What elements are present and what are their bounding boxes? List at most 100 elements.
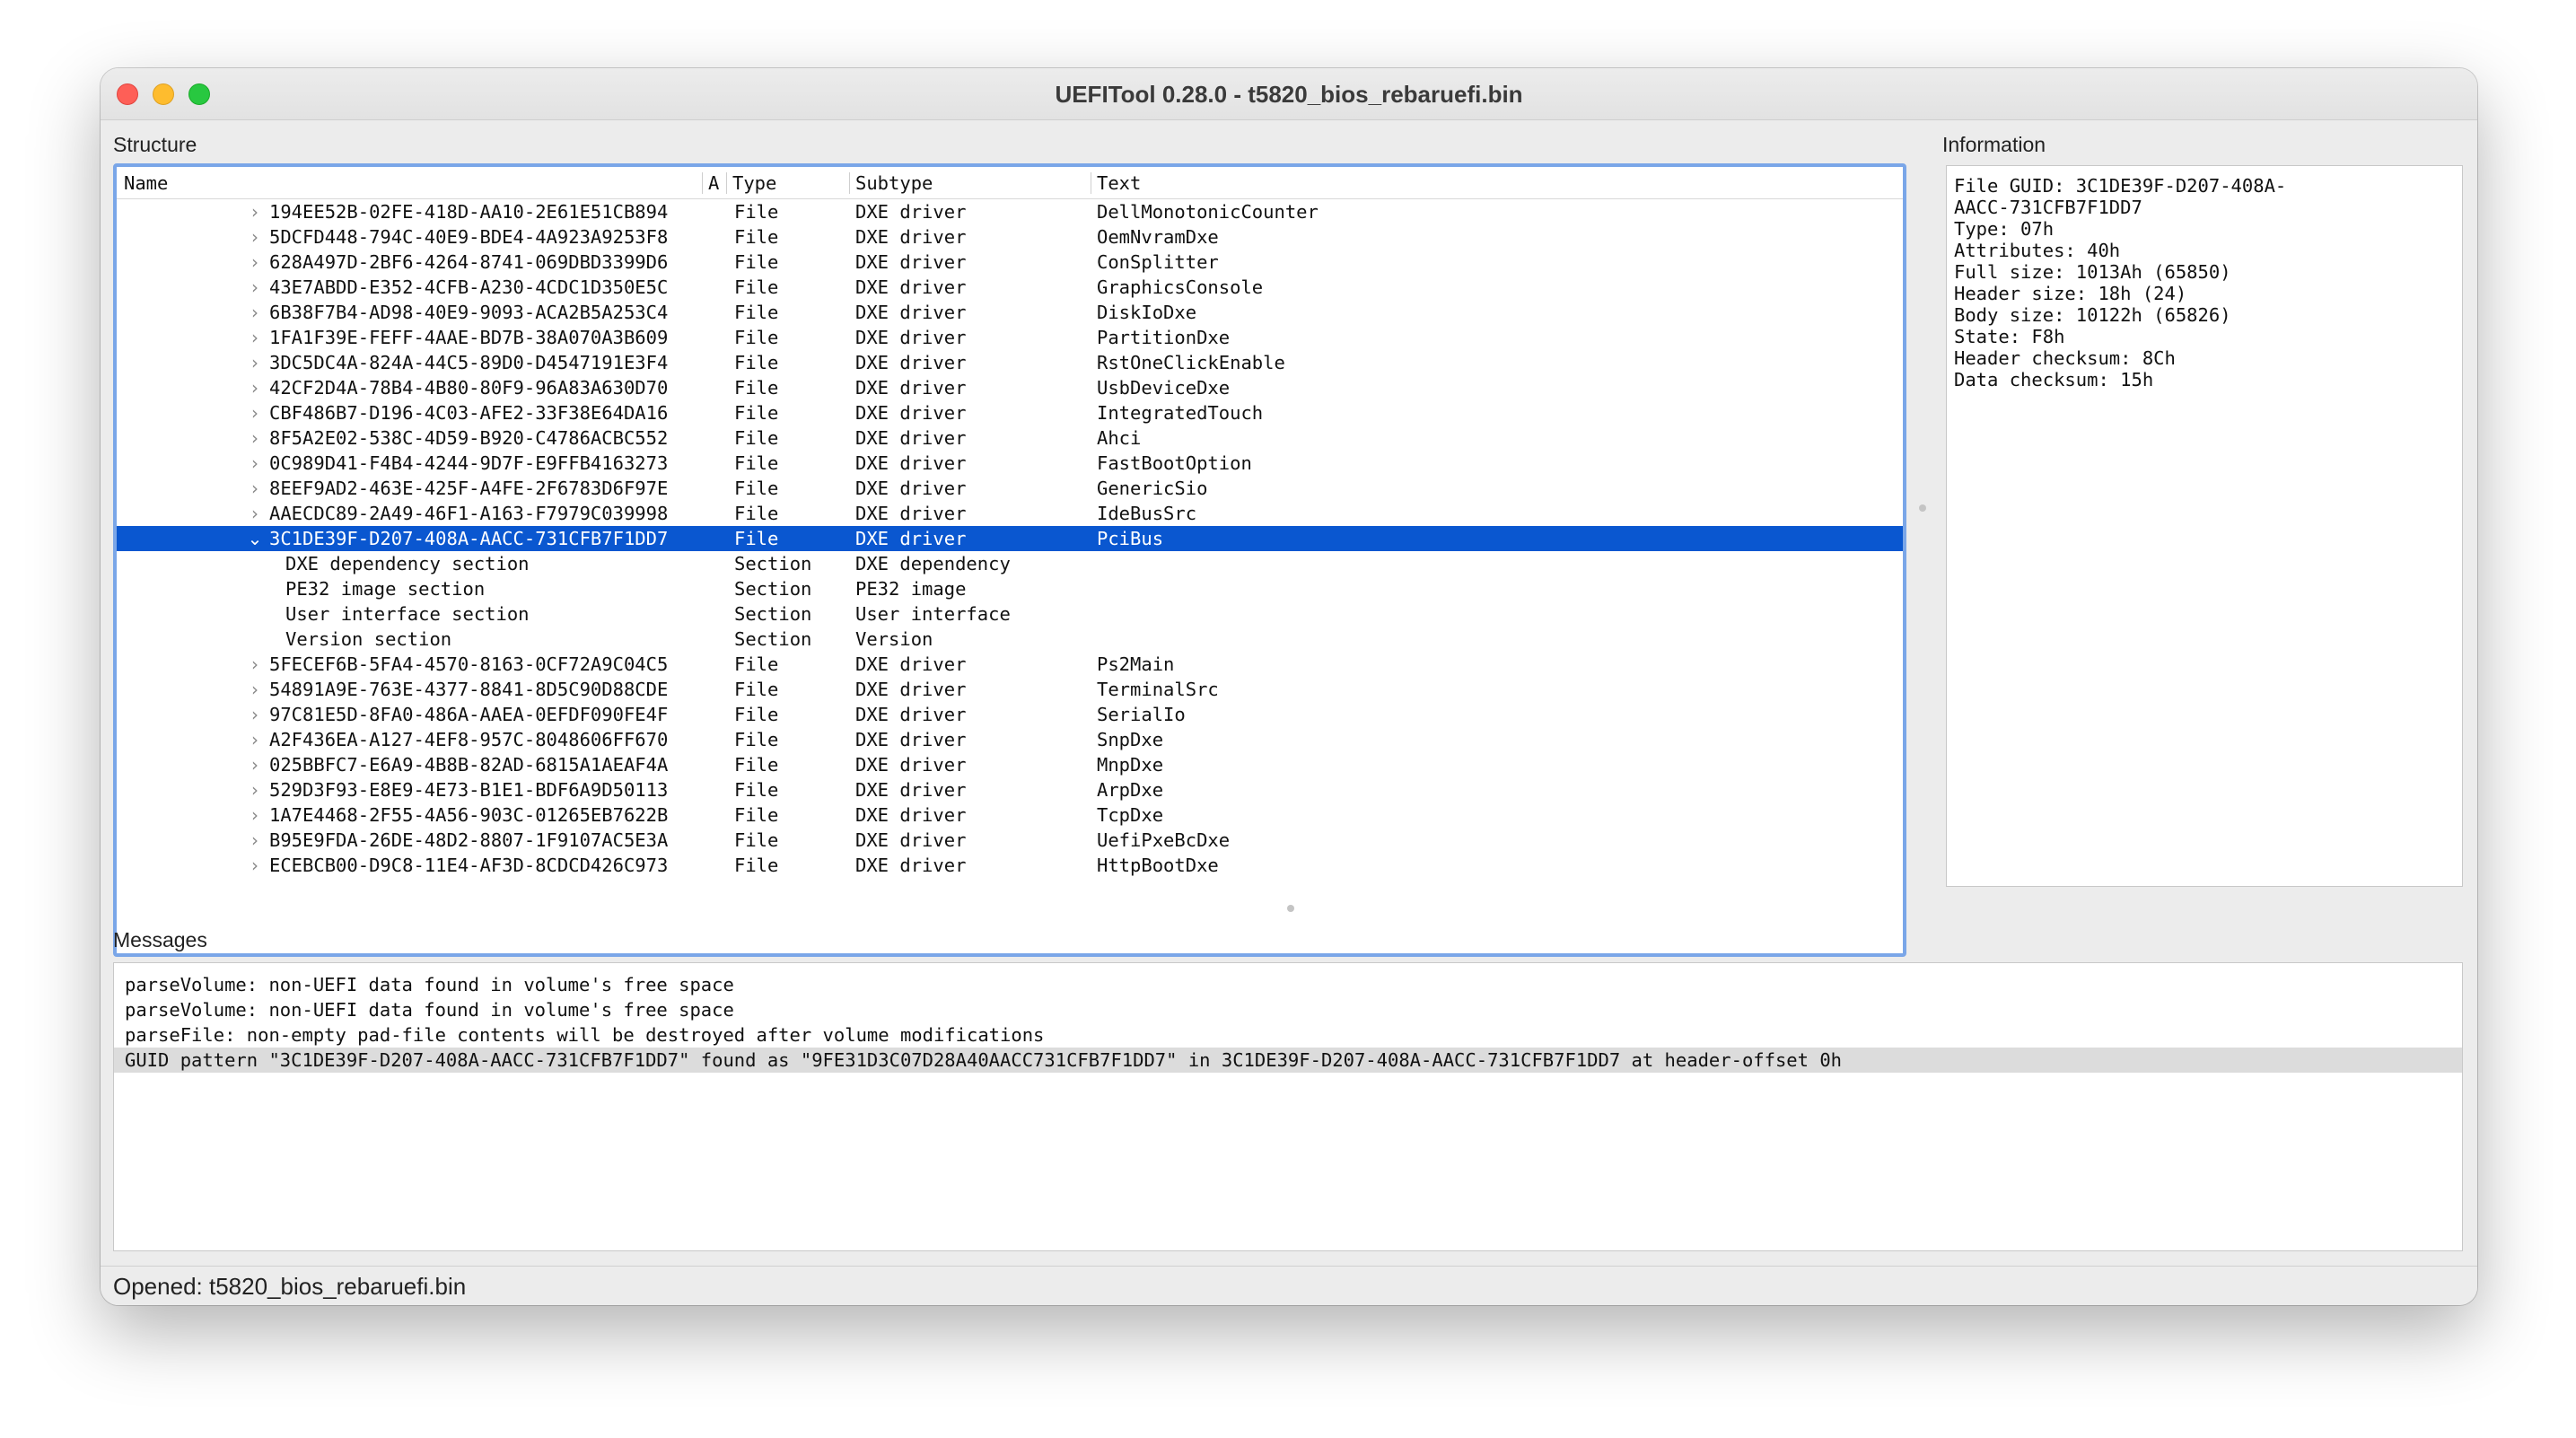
- tree-cell-type: Section: [734, 553, 812, 574]
- title-bar[interactable]: UEFITool 0.28.0 - t5820_bios_rebaruefi.b…: [101, 68, 2477, 120]
- tree-cell-subtype: User interface: [855, 603, 1011, 625]
- tree-row-file[interactable]: › 5FECEF6B-5FA4-4570-8163-0CF72A9C04C5 Fil…: [117, 652, 1903, 677]
- tree-cell-text: ConSplitter: [1097, 251, 1219, 273]
- tree-cell-subtype: DXE driver: [855, 352, 967, 373]
- tree-cell-name: 3C1DE39F-D207-408A-AACC-731CFB7F1DD7: [269, 528, 669, 549]
- information-panel: File GUID: 3C1DE39F-D207-408A- AACC-731CF…: [1946, 165, 2463, 887]
- tree-cell-subtype: DXE driver: [855, 276, 967, 298]
- chevron-right-icon[interactable]: ›: [246, 451, 264, 476]
- chevron-right-icon[interactable]: ›: [246, 375, 264, 400]
- chevron-right-icon[interactable]: ›: [246, 199, 264, 224]
- chevron-right-icon[interactable]: ›: [246, 777, 264, 802]
- tree-cell-name: A2F436EA-A127-4EF8-957C-8048606FF670: [269, 729, 669, 750]
- tree-row-file[interactable]: › A2F436EA-A127-4EF8-957C-8048606FF670 Fil…: [117, 727, 1903, 752]
- structure-tree[interactable]: Name A Type Subtype Text › 194EE52B-02FE-…: [113, 163, 1906, 957]
- chevron-right-icon[interactable]: ›: [246, 250, 264, 275]
- tree-cell-subtype: DXE driver: [855, 679, 967, 700]
- tree-cell-type: Section: [734, 578, 812, 600]
- message-item[interactable]: GUID pattern "3C1DE39F-D207-408A-AACC-73…: [114, 1048, 2462, 1073]
- tree-row-file[interactable]: › 43E7ABDD-E352-4CFB-A230-4CDC1D350E5C Fil…: [117, 275, 1903, 300]
- tree-row-file[interactable]: › 5DCFD448-794C-40E9-BDE4-4A923A9253F8 Fil…: [117, 224, 1903, 250]
- tree-cell-text: SerialIo: [1097, 704, 1186, 725]
- column-header-name[interactable]: Name: [118, 167, 702, 199]
- tree-cell-name: 5FECEF6B-5FA4-4570-8163-0CF72A9C04C5: [269, 653, 669, 675]
- tree-row-file[interactable]: › CBF486B7-D196-4C03-AFE2-33F38E64DA16 Fil…: [117, 400, 1903, 425]
- tree-cell-subtype: DXE driver: [855, 452, 967, 474]
- tree-row-file[interactable]: › 3DC5DC4A-824A-44C5-89D0-D4547191E3F4 Fil…: [117, 350, 1903, 375]
- chevron-right-icon[interactable]: ›: [246, 853, 264, 878]
- tree-cell-type: File: [734, 352, 779, 373]
- tree-row-file[interactable]: › 0C989D41-F4B4-4244-9D7F-E9FFB4163273 Fil…: [117, 451, 1903, 476]
- tree-row-file[interactable]: › 6B38F7B4-AD98-40E9-9093-ACA2B5A253C4 Fil…: [117, 300, 1903, 325]
- tree-row-file[interactable]: › 8EEF9AD2-463E-425F-A4FE-2F6783D6F97E Fil…: [117, 476, 1903, 501]
- tree-row-section[interactable]: PE32 image section Section PE32 image: [117, 576, 1903, 601]
- horizontal-splitter-handle[interactable]: [1287, 905, 1294, 912]
- chevron-right-icon[interactable]: ›: [246, 350, 264, 375]
- tree-row-file[interactable]: › 1A7E4468-2F55-4A56-903C-01265EB7622B Fil…: [117, 802, 1903, 828]
- chevron-right-icon[interactable]: ›: [246, 828, 264, 853]
- tree-row-file[interactable]: › AAECDC89-2A49-46F1-A163-F7979C039998 Fil…: [117, 501, 1903, 526]
- tree-cell-name: CBF486B7-D196-4C03-AFE2-33F38E64DA16: [269, 402, 669, 424]
- chevron-right-icon[interactable]: ›: [246, 476, 264, 501]
- tree-cell-subtype: DXE driver: [855, 226, 967, 248]
- tree-cell-subtype: DXE driver: [855, 653, 967, 675]
- tree-row-file[interactable]: › B95E9FDA-26DE-48D2-8807-1F9107AC5E3A Fil…: [117, 828, 1903, 853]
- tree-rows: › 194EE52B-02FE-418D-AA10-2E61E51CB894 Fil…: [117, 199, 1903, 878]
- chevron-right-icon[interactable]: ›: [246, 501, 264, 526]
- chevron-right-icon[interactable]: ›: [246, 224, 264, 250]
- tree-row-file[interactable]: › 42CF2D4A-78B4-4B80-80F9-96A83A630D70 Fil…: [117, 375, 1903, 400]
- column-header-subtype[interactable]: Subtype: [850, 167, 1091, 199]
- window-title: UEFITool 0.28.0 - t5820_bios_rebaruefi.b…: [1055, 81, 1523, 108]
- tree-cell-subtype: DXE driver: [855, 427, 967, 449]
- message-item[interactable]: parseVolume: non-UEFI data found in volu…: [114, 972, 2462, 997]
- tree-row-file[interactable]: › 194EE52B-02FE-418D-AA10-2E61E51CB894 Fil…: [117, 199, 1903, 224]
- tree-cell-subtype: DXE driver: [855, 327, 967, 348]
- tree-cell-name: 42CF2D4A-78B4-4B80-80F9-96A83A630D70: [269, 377, 669, 399]
- tree-row-file[interactable]: › 025BBFC7-E6A9-4B8B-82AD-6815A1AEAF4A Fil…: [117, 752, 1903, 777]
- tree-cell-type: File: [734, 377, 779, 399]
- chevron-right-icon[interactable]: ›: [246, 275, 264, 300]
- tree-cell-name: User interface section: [285, 603, 530, 625]
- tree-row-file[interactable]: › 529D3F93-E8E9-4E73-B1E1-BDF6A9D50113 Fil…: [117, 777, 1903, 802]
- tree-row-file[interactable]: ⌄ 3C1DE39F-D207-408A-AACC-731CFB7F1DD7 Fil…: [117, 526, 1903, 551]
- tree-cell-type: File: [734, 302, 779, 323]
- column-header-type[interactable]: Type: [727, 167, 849, 199]
- chevron-down-icon[interactable]: ⌄: [246, 526, 264, 551]
- message-item[interactable]: parseVolume: non-UEFI data found in volu…: [114, 997, 2462, 1022]
- chevron-right-icon[interactable]: ›: [246, 702, 264, 727]
- chevron-right-icon[interactable]: ›: [246, 677, 264, 702]
- chevron-right-icon[interactable]: ›: [246, 802, 264, 828]
- tree-cell-text: Ps2Main: [1097, 653, 1175, 675]
- tree-cell-subtype: DXE driver: [855, 855, 967, 876]
- tree-cell-subtype: DXE driver: [855, 302, 967, 323]
- chevron-right-icon[interactable]: ›: [246, 752, 264, 777]
- tree-cell-name: 5DCFD448-794C-40E9-BDE4-4A923A9253F8: [269, 226, 669, 248]
- tree-cell-name: DXE dependency section: [285, 553, 530, 574]
- chevron-right-icon[interactable]: ›: [246, 400, 264, 425]
- column-header-action[interactable]: A: [703, 167, 726, 199]
- messages-list[interactable]: parseVolume: non-UEFI data found in volu…: [113, 962, 2463, 1251]
- tree-cell-name: 1A7E4468-2F55-4A56-903C-01265EB7622B: [269, 804, 669, 826]
- tree-row-file[interactable]: › ECEBCB00-D9C8-11E4-AF3D-8CDCD426C973 Fil…: [117, 853, 1903, 878]
- message-item[interactable]: parseFile: non-empty pad-file contents w…: [114, 1022, 2462, 1048]
- tree-row-file[interactable]: › 54891A9E-763E-4377-8841-8D5C90D88CDE Fil…: [117, 677, 1903, 702]
- tree-cell-type: Section: [734, 628, 812, 650]
- tree-row-file[interactable]: › 628A497D-2BF6-4264-8741-069DBD3399D6 Fil…: [117, 250, 1903, 275]
- tree-row-file[interactable]: › 1FA1F39E-FEFF-4AAE-BD7B-38A070A3B609 Fil…: [117, 325, 1903, 350]
- chevron-right-icon[interactable]: ›: [246, 652, 264, 677]
- tree-row-file[interactable]: › 8F5A2E02-538C-4D59-B920-C4786ACBC552 Fil…: [117, 425, 1903, 451]
- chevron-right-icon[interactable]: ›: [246, 300, 264, 325]
- tree-row-file[interactable]: › 97C81E5D-8FA0-486A-AAEA-0EFDF090FE4F Fil…: [117, 702, 1903, 727]
- tree-cell-subtype: DXE driver: [855, 704, 967, 725]
- tree-cell-name: 3DC5DC4A-824A-44C5-89D0-D4547191E3F4: [269, 352, 669, 373]
- tree-cell-type: File: [734, 452, 779, 474]
- chevron-right-icon[interactable]: ›: [246, 325, 264, 350]
- tree-row-section[interactable]: DXE dependency section Section DXE depende…: [117, 551, 1903, 576]
- column-header-text[interactable]: Text: [1091, 167, 1899, 199]
- tree-row-section[interactable]: Version section Section Version: [117, 627, 1903, 652]
- vertical-splitter-handle[interactable]: [1919, 504, 1926, 512]
- tree-cell-text: ArpDxe: [1097, 779, 1164, 801]
- chevron-right-icon[interactable]: ›: [246, 727, 264, 752]
- tree-row-section[interactable]: User interface section Section User interf…: [117, 601, 1903, 627]
- chevron-right-icon[interactable]: ›: [246, 425, 264, 451]
